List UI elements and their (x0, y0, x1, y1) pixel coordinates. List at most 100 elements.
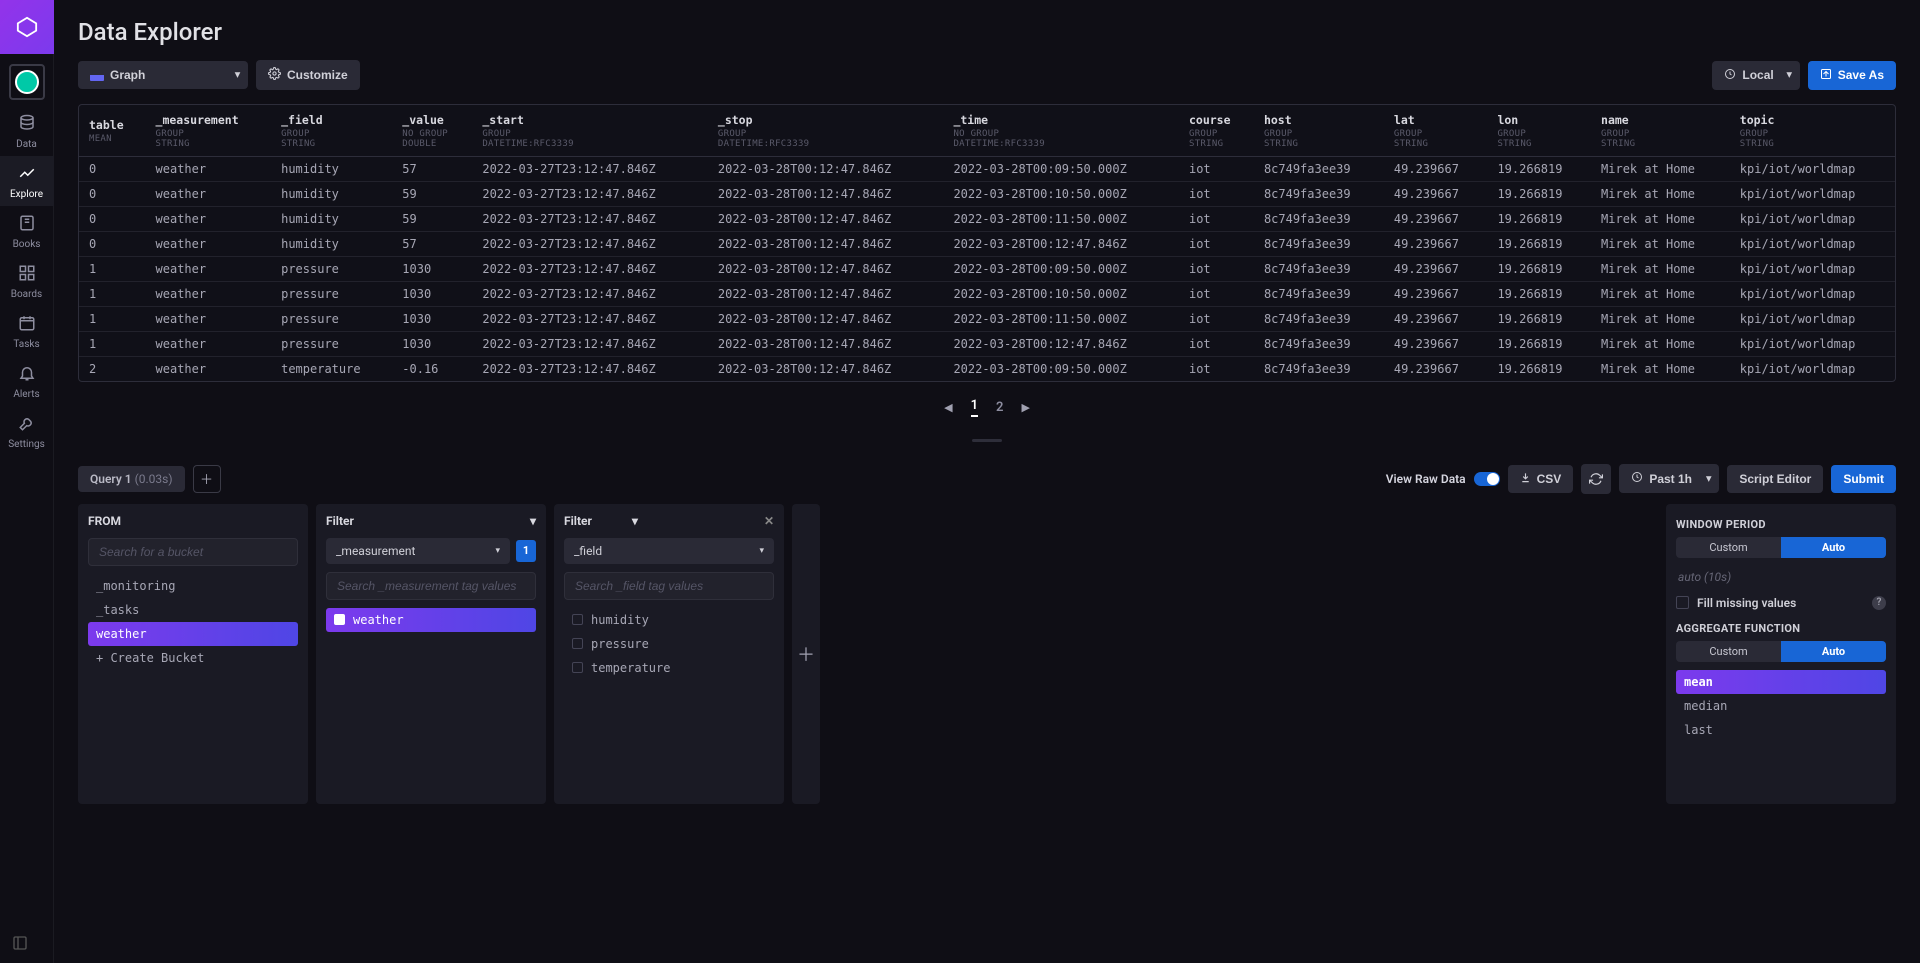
fill-missing-label: Fill missing values (1697, 596, 1796, 610)
table-cell: 2 (79, 356, 146, 381)
aggregate-fn-item[interactable]: median (1676, 694, 1886, 718)
table-cell: 0 (79, 156, 146, 181)
field-dropdown[interactable]: _field (564, 538, 774, 564)
nav-books[interactable]: Books (0, 206, 54, 256)
add-query-button[interactable]: ＋ (193, 465, 221, 493)
refresh-button[interactable] (1581, 464, 1611, 494)
filter-type-select[interactable]: Filter ▾ (326, 514, 536, 528)
table-cell: 2022-03-27T23:12:47.846Z (472, 206, 708, 231)
column-header[interactable]: hostGROUPSTRING (1254, 105, 1384, 156)
column-header[interactable]: _timeNO GROUPDATETIME:RFC3339 (943, 105, 1179, 156)
timezone-select[interactable]: Local (1712, 61, 1799, 90)
bucket-search[interactable] (88, 538, 298, 566)
column-header[interactable]: _fieldGROUPSTRING (271, 105, 392, 156)
tag-value-item[interactable]: temperature (564, 656, 774, 680)
bucket-item[interactable]: weather (88, 622, 298, 646)
query-tab[interactable]: Query 1 (0.03s) (78, 466, 185, 492)
table-cell: kpi/iot/worldmap (1730, 281, 1895, 306)
customize-button[interactable]: Customize (256, 60, 360, 90)
column-header[interactable]: lonGROUPSTRING (1487, 105, 1591, 156)
wrench-icon (18, 414, 36, 435)
table-cell: 59 (392, 206, 472, 231)
field-search[interactable] (564, 572, 774, 600)
table-cell: kpi/iot/worldmap (1730, 256, 1895, 281)
tag-value-item[interactable]: humidity (564, 608, 774, 632)
table-row[interactable]: 1weatherpressure10302022-03-27T23:12:47.… (79, 306, 1895, 331)
column-header[interactable]: courseGROUPSTRING (1179, 105, 1254, 156)
table-row[interactable]: 2weathertemperature-0.162022-03-27T23:12… (79, 356, 1895, 381)
nav-tasks[interactable]: Tasks (0, 306, 54, 356)
column-header[interactable]: _startGROUPDATETIME:RFC3339 (472, 105, 708, 156)
table-cell: 49.239667 (1384, 156, 1488, 181)
submit-button[interactable]: Submit (1831, 465, 1896, 493)
aggregate-fn-item[interactable]: mean (1676, 670, 1886, 694)
auto-window-hint: auto (10s) (1676, 566, 1886, 594)
table-row[interactable]: 1weatherpressure10302022-03-27T23:12:47.… (79, 256, 1895, 281)
nav-label: Tasks (13, 339, 39, 350)
window-period-mode[interactable]: Custom Auto (1676, 537, 1886, 558)
table-row[interactable]: 1weatherpressure10302022-03-27T23:12:47.… (79, 281, 1895, 306)
page-2[interactable]: 2 (996, 400, 1003, 415)
table-cell: humidity (271, 206, 392, 231)
filter-type-select[interactable]: Filter ▾ (564, 514, 638, 528)
table-row[interactable]: 0weatherhumidity572022-03-27T23:12:47.84… (79, 156, 1895, 181)
page-1[interactable]: 1 (971, 398, 978, 417)
user-avatar[interactable] (9, 64, 45, 100)
graph-type-select[interactable]: Graph (78, 61, 248, 89)
table-cell: 49.239667 (1384, 356, 1488, 381)
prev-page[interactable]: ◀ (944, 401, 952, 414)
remove-filter-button[interactable]: ✕ (764, 514, 774, 528)
column-header[interactable]: _measurementGROUPSTRING (146, 105, 272, 156)
bucket-item[interactable]: + Create Bucket (88, 646, 298, 670)
table-cell: 49.239667 (1384, 281, 1488, 306)
nav-boards[interactable]: Boards (0, 256, 54, 306)
table-cell: 2022-03-28T00:12:47.846Z (943, 231, 1179, 256)
aggregate-fn-item[interactable]: last (1676, 718, 1886, 742)
next-page[interactable]: ▶ (1021, 401, 1029, 414)
resize-handle[interactable] (54, 427, 1920, 454)
fill-missing-checkbox[interactable] (1676, 596, 1689, 609)
time-range-select[interactable]: Past 1h (1619, 464, 1719, 493)
column-header[interactable]: nameGROUPSTRING (1591, 105, 1730, 156)
table-cell: 19.266819 (1487, 331, 1591, 356)
table-cell: 2022-03-28T00:12:47.846Z (708, 206, 944, 231)
column-header[interactable]: _stopGROUPDATETIME:RFC3339 (708, 105, 944, 156)
nav-alerts[interactable]: Alerts (0, 356, 54, 406)
nav-data[interactable]: Data (0, 106, 54, 156)
csv-button[interactable]: CSV (1508, 465, 1574, 493)
tag-value-item[interactable]: pressure (564, 632, 774, 656)
table-cell: Mirek at Home (1591, 306, 1730, 331)
bucket-item[interactable]: _tasks (88, 598, 298, 622)
add-filter-button[interactable]: ＋ (792, 504, 820, 804)
table-row[interactable]: 0weatherhumidity592022-03-27T23:12:47.84… (79, 206, 1895, 231)
sidebar-collapse[interactable] (12, 935, 28, 955)
bucket-item[interactable]: _monitoring (88, 574, 298, 598)
table-cell: 2022-03-28T00:09:50.000Z (943, 356, 1179, 381)
table-row[interactable]: 1weatherpressure10302022-03-27T23:12:47.… (79, 331, 1895, 356)
app-logo[interactable] (0, 0, 54, 54)
help-icon[interactable]: ? (1872, 596, 1886, 610)
table-cell: 1 (79, 281, 146, 306)
table-cell: 2022-03-28T00:12:47.846Z (708, 181, 944, 206)
clock-icon (1724, 68, 1736, 83)
column-header[interactable]: topicGROUPSTRING (1730, 105, 1895, 156)
window-period-title: WINDOW PERIOD (1676, 518, 1886, 531)
tag-value-item[interactable]: weather (326, 608, 536, 632)
aggregate-custom[interactable]: Custom (1676, 641, 1781, 662)
column-header[interactable]: _valueNO GROUPDOUBLE (392, 105, 472, 156)
script-editor-button[interactable]: Script Editor (1727, 465, 1823, 493)
window-custom[interactable]: Custom (1676, 537, 1781, 558)
aggregate-auto[interactable]: Auto (1781, 641, 1886, 662)
window-auto[interactable]: Auto (1781, 537, 1886, 558)
column-header[interactable]: tableMEAN (79, 105, 146, 156)
view-raw-toggle[interactable] (1474, 472, 1500, 486)
table-row[interactable]: 0weatherhumidity572022-03-27T23:12:47.84… (79, 231, 1895, 256)
save-as-button[interactable]: Save As (1808, 61, 1896, 90)
measurement-search[interactable] (326, 572, 536, 600)
measurement-dropdown[interactable]: _measurement (326, 538, 510, 564)
aggregate-mode[interactable]: Custom Auto (1676, 641, 1886, 662)
table-row[interactable]: 0weatherhumidity592022-03-27T23:12:47.84… (79, 181, 1895, 206)
nav-explore[interactable]: Explore (0, 156, 54, 206)
nav-settings[interactable]: Settings (0, 406, 54, 456)
column-header[interactable]: latGROUPSTRING (1384, 105, 1488, 156)
